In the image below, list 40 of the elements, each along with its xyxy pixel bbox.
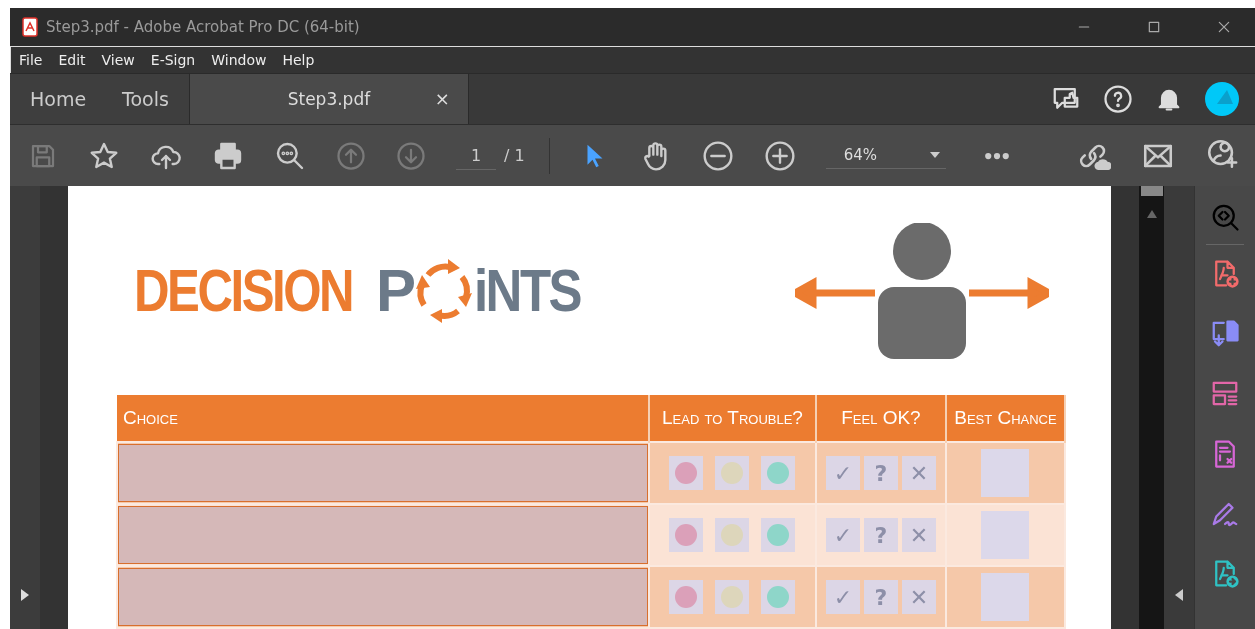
caret-icon — [929, 152, 940, 158]
pdf-file-icon — [22, 17, 38, 37]
column-header: Feel OK? — [815, 395, 946, 442]
close-icon[interactable] — [1216, 19, 1232, 35]
best-chance-checkbox[interactable] — [981, 511, 1030, 559]
menu-item[interactable]: File — [11, 52, 51, 68]
column-header: Lead to Trouble? — [648, 395, 816, 442]
logo-word: DECISION — [133, 256, 353, 325]
collapse-right-panel-icon[interactable] — [1175, 589, 1184, 601]
column-header: Choice — [116, 395, 649, 442]
menu-item[interactable]: Window — [203, 52, 275, 68]
avatar-icon[interactable] — [1205, 82, 1239, 116]
expand-left-panel-icon[interactable] — [21, 589, 29, 601]
choice-field[interactable] — [117, 568, 648, 626]
scroll-up-icon[interactable] — [1146, 210, 1157, 218]
pdf-export-icon[interactable] — [1210, 319, 1240, 349]
scrollbar-thumb[interactable] — [1140, 186, 1163, 196]
help-icon[interactable] — [1103, 84, 1133, 114]
menu-item[interactable]: Help — [274, 52, 323, 68]
logo-word-end: iNTS — [474, 256, 580, 325]
choice-field[interactable] — [117, 506, 648, 564]
maximize-icon[interactable] — [1146, 19, 1162, 35]
trouble-option-button[interactable] — [669, 518, 704, 552]
best-chance-checkbox[interactable] — [981, 449, 1030, 497]
zoom-dropdown[interactable]: 64% — [825, 142, 946, 169]
column-header: Best Chance — [945, 395, 1065, 442]
tab-close-button[interactable]: × — [428, 87, 456, 110]
best-chance-checkbox[interactable] — [981, 573, 1030, 621]
logo-word-start: P — [376, 256, 415, 325]
menu-item[interactable]: Edit — [50, 52, 94, 68]
menu-item[interactable]: E-Sign — [142, 52, 204, 68]
page-total: / 1 — [504, 146, 525, 165]
document-tab[interactable]: Step3.pdf × — [189, 74, 469, 124]
page-number-field[interactable]: 1 — [456, 141, 496, 170]
choice-field[interactable] — [117, 444, 648, 502]
window-title: Step3.pdf - Adobe Acrobat Pro DC (64-bit) — [46, 18, 360, 36]
zoom-out-icon[interactable] — [701, 139, 734, 172]
menu-item[interactable]: View — [93, 52, 143, 68]
zoom-in-icon[interactable] — [763, 139, 796, 172]
compare-search-icon[interactable] — [1210, 202, 1240, 232]
